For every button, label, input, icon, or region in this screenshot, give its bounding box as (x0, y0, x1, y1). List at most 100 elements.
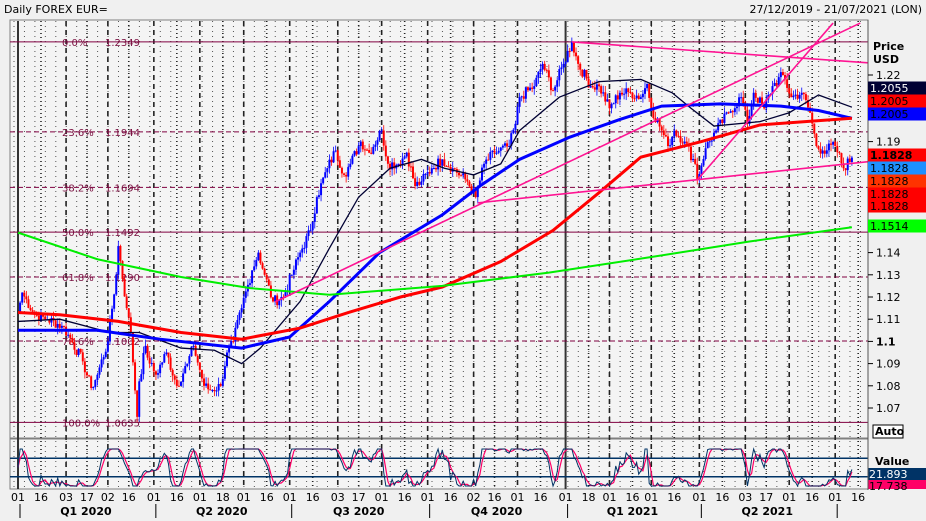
candle (625, 88, 628, 94)
candle (844, 168, 847, 171)
candle (154, 371, 157, 375)
candle (106, 341, 109, 352)
price-axis-unit: USD (873, 53, 899, 66)
candle (345, 174, 348, 177)
candle (257, 252, 260, 261)
candle (180, 381, 183, 386)
forex-chart[interactable]: 0.0% 1.2349 23.6% 1.1944 38.2% 1.1694 50.0% 1.1… (0, 0, 926, 521)
candle (100, 359, 103, 368)
candle (430, 168, 433, 174)
candle (274, 295, 277, 302)
fib-percent: 61.8% (62, 273, 94, 284)
candle (397, 163, 400, 165)
candle (382, 130, 385, 146)
candle (708, 141, 711, 143)
candle (361, 141, 364, 150)
candle (468, 181, 471, 187)
candle (186, 363, 189, 367)
candle (836, 146, 839, 153)
candle (460, 175, 463, 177)
candle (437, 158, 440, 170)
candle (88, 375, 91, 377)
price-tick-label: 1.12 (876, 291, 901, 304)
candle (832, 142, 835, 145)
candle (804, 94, 807, 101)
candle (821, 150, 824, 154)
candle (29, 307, 32, 311)
candle (102, 357, 105, 360)
candle (827, 143, 830, 151)
candle (58, 323, 61, 328)
candle (219, 383, 222, 386)
candle (512, 129, 515, 134)
x-tick-label: 16 (851, 491, 865, 504)
x-tick-label: 18 (216, 491, 230, 504)
candle (409, 166, 412, 168)
candle (269, 285, 272, 298)
candle (251, 270, 254, 284)
candle (347, 167, 350, 177)
candle (796, 94, 799, 99)
x-tick-label: 16 (488, 491, 502, 504)
x-tick-label: 01 (692, 491, 706, 504)
candle (267, 279, 270, 286)
candle (823, 150, 826, 154)
candle (21, 292, 24, 303)
candle (142, 352, 145, 375)
x-tick-label: 03 (738, 491, 752, 504)
candle (307, 230, 310, 237)
x-tick-label: 02 (101, 491, 115, 504)
candle (357, 146, 360, 155)
x-tick-label: 01 (147, 491, 161, 504)
candle (700, 165, 703, 175)
candle (226, 352, 228, 367)
candle (79, 348, 82, 353)
price-axis[interactable]: Price USD Value 21.893 17.738 1.221.191.… (867, 20, 926, 493)
candle (462, 173, 465, 176)
candle (173, 375, 176, 380)
candle (418, 181, 421, 185)
candle (152, 363, 155, 372)
price-badge-label: 1.2055 (870, 82, 909, 95)
candle (407, 152, 410, 167)
candle (537, 71, 540, 78)
candle (98, 367, 101, 375)
candle (340, 167, 343, 174)
candle (90, 376, 93, 389)
candle (529, 87, 532, 91)
candle (177, 385, 180, 387)
candle (727, 112, 730, 114)
candle (497, 150, 500, 153)
candle (602, 92, 605, 94)
candle (792, 95, 795, 98)
candle (671, 136, 674, 146)
candle (134, 362, 137, 391)
candle (31, 310, 34, 312)
candle (526, 87, 529, 91)
candle (660, 126, 663, 131)
price-tick-label: 1.22 (876, 69, 901, 82)
candle (623, 93, 626, 95)
candle (56, 323, 59, 328)
price-tick-label: 1.09 (876, 358, 901, 371)
price-tick-label: 1.08 (876, 380, 901, 393)
candle (485, 159, 488, 164)
candle (324, 172, 327, 178)
quarter-label: Q1 2020 (60, 505, 112, 518)
candle (150, 363, 153, 365)
candle (157, 373, 160, 375)
candle (148, 357, 151, 364)
candle (683, 141, 686, 144)
candle (570, 41, 573, 52)
fib-price: 1.2349 (105, 38, 140, 49)
auto-button-label[interactable]: Auto (875, 425, 905, 438)
candle (483, 163, 486, 168)
x-tick-label: 01 (421, 491, 435, 504)
candle (62, 325, 65, 327)
candle (303, 247, 306, 249)
oscillator-title: Value (875, 455, 909, 468)
candle (366, 149, 369, 151)
x-tick-label: 01 (644, 491, 658, 504)
candle (315, 197, 318, 214)
candle (192, 345, 195, 347)
